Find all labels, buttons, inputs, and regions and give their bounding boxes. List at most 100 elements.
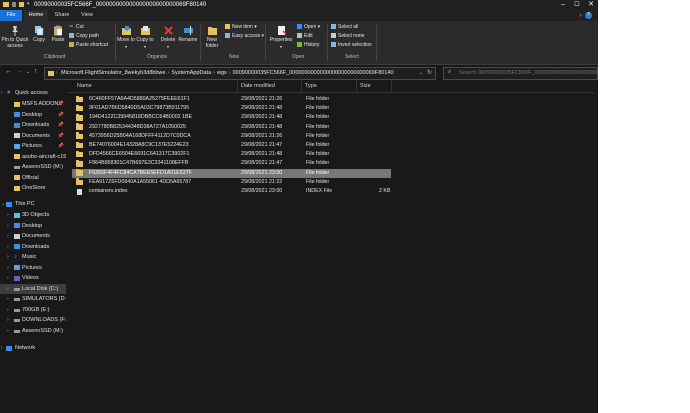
search-box[interactable]: ⌕ xyxy=(443,67,598,80)
nav-item-3d-objects[interactable]: › 3D Objects xyxy=(0,210,66,221)
file-row[interactable]: BE74076004E14328A8C9C137E5224E23 29/08/20… xyxy=(72,141,391,150)
expand-chevron-icon[interactable]: › xyxy=(7,252,9,263)
copy-to-button[interactable]: Copy to ▾ xyxy=(136,25,154,49)
nav-item-700gb-e[interactable]: › 700GB (E:) xyxy=(0,305,66,316)
recent-locations-icon[interactable]: ⌄ xyxy=(26,69,30,75)
open-button[interactable]: Open ▾ xyxy=(297,24,320,31)
nav-item-asobo-aircraft[interactable]: asobo-aircraft-c152 xyxy=(0,152,66,163)
nav-item-pc-pictures[interactable]: › Pictures xyxy=(0,263,66,274)
copy-path-button[interactable]: Copy path xyxy=(69,33,99,40)
nav-item-videos[interactable]: › Videos xyxy=(0,273,66,284)
delete-button[interactable]: Delete ▾ xyxy=(159,25,177,49)
expand-chevron-icon[interactable]: › xyxy=(1,88,3,99)
new-folder-button[interactable]: New folder xyxy=(202,25,222,49)
nav-item-assenossd[interactable]: AssenoSSD (M:) xyxy=(0,162,66,173)
expand-chevron-icon[interactable]: › xyxy=(7,231,9,242)
pin-quick-access-button[interactable]: Pin to Quick access xyxy=(1,25,29,49)
address-bar[interactable]: › Microsoft.FlightSimulator_8wekyb3d8bbw… xyxy=(44,67,436,80)
invert-selection-button[interactable]: Invert selection xyxy=(331,42,372,49)
history-button[interactable]: History xyxy=(297,42,320,49)
nav-item-msfs-addons[interactable]: MSFS ADDONS 📌 xyxy=(0,99,66,110)
refresh-icon[interactable]: ↻ xyxy=(427,68,432,79)
paste-shortcut-button[interactable]: Paste shortcut xyxy=(69,42,108,49)
back-arrow-icon[interactable]: ← xyxy=(5,68,12,75)
expand-chevron-icon[interactable]: › xyxy=(7,242,9,253)
expand-chevron-icon[interactable]: › xyxy=(7,273,9,284)
nav-item-documents[interactable]: Documents 📌 xyxy=(0,131,66,142)
new-folder-qat-icon[interactable] xyxy=(19,2,24,7)
nav-item-pictures[interactable]: Pictures 📌 xyxy=(0,141,66,152)
edit-button[interactable]: Edit xyxy=(297,33,313,40)
expand-chevron-icon[interactable]: › xyxy=(7,294,9,305)
nav-item-simulators-d[interactable]: › SIMULATORS (D:) xyxy=(0,294,66,305)
nav-item-onestore[interactable]: OneStore xyxy=(0,183,66,194)
nav-network[interactable]: › Network xyxy=(0,343,66,354)
file-row-selected[interactable]: F6365F4F4FC84CA7BEE5EFD1A01E537F 29/08/20… xyxy=(72,168,391,178)
nav-item-pc-downloads[interactable]: › Downloads xyxy=(0,242,66,253)
file-row[interactable]: F864B958301C47B697E3C3341108EFFB 29/08/20… xyxy=(72,159,391,168)
nav-item-assenossd-m[interactable]: › AssenoSSD (M:) xyxy=(0,326,66,337)
breadcrumb-item[interactable]: SystemAppData xyxy=(171,70,211,76)
help-icon[interactable]: ? xyxy=(585,11,592,19)
file-row[interactable]: containers.index 29/08/2021 23:00 INDEX Fi… xyxy=(72,187,391,196)
file-row[interactable]: 194D4122C39945818DBBCC64B0002 1BE 29/08/2… xyxy=(72,113,391,122)
column-header-size[interactable]: Size xyxy=(357,80,392,92)
expand-chevron-icon[interactable]: ⌄ xyxy=(1,199,5,210)
tab-home[interactable]: Home xyxy=(24,10,48,21)
nav-item-pc-desktop[interactable]: › Desktop xyxy=(0,221,66,232)
rename-button[interactable]: Rename xyxy=(178,25,198,44)
nav-item-downloads-f[interactable]: › DOWNLOADS (F:) xyxy=(0,315,66,326)
tab-view[interactable]: View xyxy=(76,10,98,21)
column-header-type[interactable]: Type xyxy=(302,80,357,92)
tab-share[interactable]: Share xyxy=(50,10,74,21)
address-dropdown-icon[interactable]: ⌄ xyxy=(419,68,423,79)
file-row[interactable]: 9F01AD7B6D5840D5A03C79873B911795 29/08/20… xyxy=(72,104,391,113)
breadcrumb-item[interactable]: 00090000035FC566F_0000000000000000000000… xyxy=(233,70,394,76)
minimize-button[interactable]: – xyxy=(556,0,570,10)
nav-quick-access[interactable]: › ★ Quick access xyxy=(0,88,66,99)
column-header-name[interactable]: Name xyxy=(74,80,238,92)
search-input[interactable] xyxy=(459,70,597,76)
file-row[interactable]: 2927780B825344348D38A727A1050025 29/08/20… xyxy=(72,123,391,132)
nav-item-official[interactable]: Official xyxy=(0,173,66,184)
maximize-button[interactable]: ☐ xyxy=(570,0,584,10)
nav-item-pc-documents[interactable]: › Documents xyxy=(0,231,66,242)
breadcrumb-item[interactable]: wgs xyxy=(217,70,227,76)
forward-arrow-icon[interactable]: → xyxy=(16,68,23,75)
expand-chevron-icon[interactable]: › xyxy=(7,284,9,295)
expand-chevron-icon[interactable]: › xyxy=(7,210,9,221)
breadcrumb-item[interactable]: Microsoft.FlightSimulator_8wekyb3d8bbwe xyxy=(61,70,166,76)
file-row[interactable]: FEA917Z6FD0840A1A55061 4DD5A65787 29/08/2… xyxy=(72,178,391,187)
tab-file[interactable]: File xyxy=(0,10,22,21)
properties-qat-icon[interactable] xyxy=(12,2,16,7)
expand-chevron-icon[interactable]: › xyxy=(7,263,9,274)
file-row[interactable]: DFD4566CE6504E6691C641317C3902F1 29/08/20… xyxy=(72,150,391,159)
expand-chevron-icon[interactable]: › xyxy=(7,305,9,316)
nav-item-desktop[interactable]: Desktop 📌 xyxy=(0,110,66,121)
move-to-button[interactable]: Move to ▾ xyxy=(117,25,135,49)
expand-chevron-icon[interactable]: › xyxy=(7,326,9,337)
column-header-date[interactable]: Date modified xyxy=(238,80,302,92)
expand-chevron-icon[interactable]: › xyxy=(7,315,9,326)
nav-item-local-disk-c[interactable]: › Local Disk (C:) xyxy=(0,283,66,295)
select-all-button[interactable]: Select all xyxy=(331,24,358,31)
vertical-scrollbar[interactable] xyxy=(595,80,598,413)
file-row[interactable]: 4573956D25B04A168DFFF4112D7C0DCA 29/08/20… xyxy=(72,132,391,141)
file-row[interactable]: 6C460FF57A6A4D5880A25275FEEE61F1 29/08/20… xyxy=(72,95,391,104)
collapse-ribbon-icon[interactable]: ˄ xyxy=(579,13,582,19)
copy-button[interactable]: Copy xyxy=(30,25,48,44)
nav-item-music[interactable]: › ♪ Music xyxy=(0,252,66,263)
qat-dropdown-icon[interactable]: ▾ xyxy=(27,1,31,7)
nav-item-downloads[interactable]: Downloads 📌 xyxy=(0,120,66,131)
nav-this-pc[interactable]: ⌄ This PC xyxy=(0,199,66,210)
properties-button[interactable]: Properties ▾ xyxy=(267,25,295,49)
cut-button[interactable]: ✂ Cut xyxy=(69,24,84,31)
new-item-button[interactable]: New item ▾ xyxy=(225,24,257,31)
expand-chevron-icon[interactable]: › xyxy=(7,221,9,232)
expand-chevron-icon[interactable]: › xyxy=(1,343,3,354)
close-button[interactable]: ✕ xyxy=(584,0,598,10)
paste-button[interactable]: Paste xyxy=(49,25,67,44)
select-none-button[interactable]: Select none xyxy=(331,33,364,40)
easy-access-button[interactable]: Easy access ▾ xyxy=(225,33,264,40)
up-arrow-icon[interactable]: ↑ xyxy=(34,68,38,75)
